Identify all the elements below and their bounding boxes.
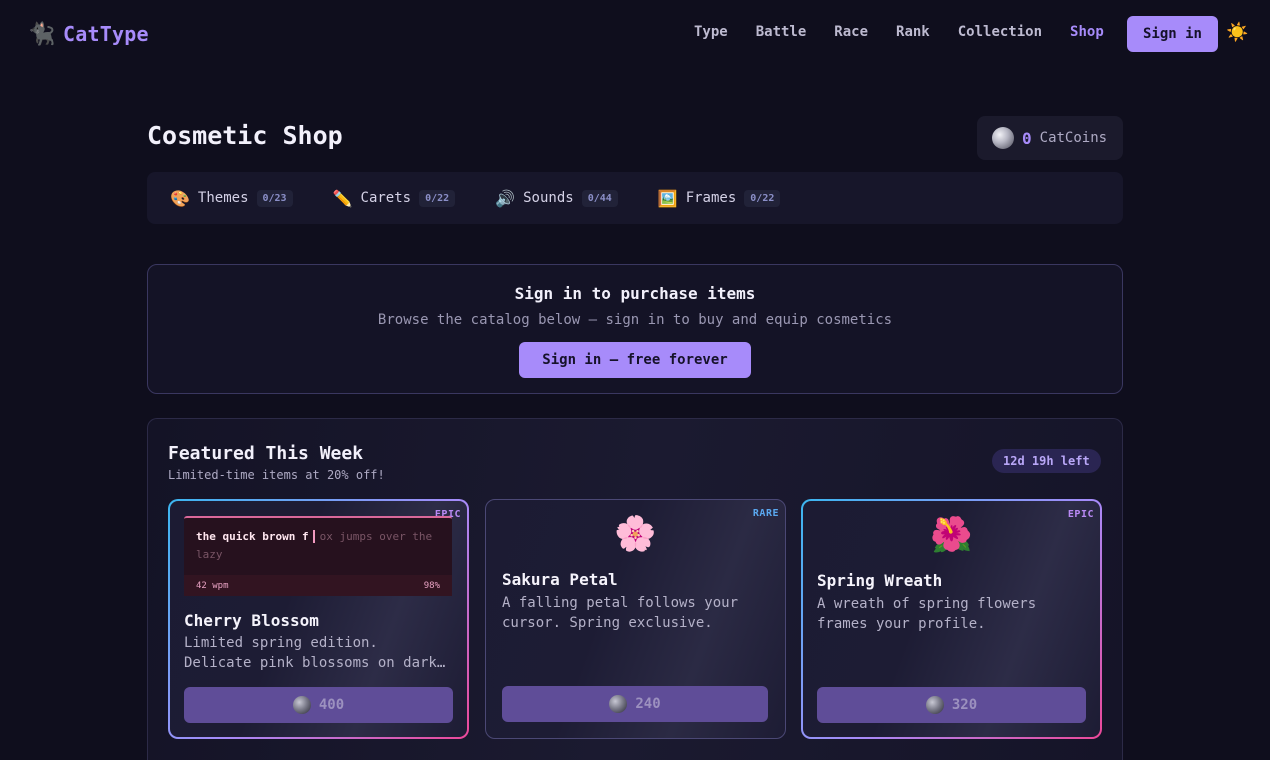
tab-count-badge: 0/22 [744,189,781,207]
tab-label: Sounds [523,190,574,206]
brand-name: CatType [63,22,149,46]
brand-link[interactable]: 🐈‍⬛ CatType [27,20,149,48]
category-tabs: 🎨 Themes 0/23 ✏️ Carets 0/22 🔊 Sounds 0/… [147,172,1123,224]
item-price: 320 [951,697,978,713]
tab-label: Themes [197,190,249,206]
sign-in-free-button[interactable]: Sign in — free forever [519,342,751,378]
buy-button[interactable]: 400 [184,687,453,723]
nav-type[interactable]: Type [694,24,728,40]
preview-stats: 42 wpm 98% [184,575,452,596]
preview-wpm: 42 wpm [196,580,229,591]
cherry-blossom-icon: 🌸 [614,514,657,554]
nav-battle[interactable]: Battle [756,24,807,40]
item-description-line: Limited spring edition. [184,635,378,651]
preview-text: the quick brown f ox jumps over the lazy [196,528,440,564]
page-title: Cosmetic Shop [147,121,343,150]
caret-icon [312,529,315,543]
cat-logo-icon: 🐈‍⬛ [28,21,56,47]
coin-amount: 0 [1022,128,1032,148]
tab-label: Carets [360,190,412,206]
framed-picture-icon: 🖼️ [657,188,678,208]
hibiscus-icon: 🌺 [930,515,973,555]
featured-item-cherry-blossom[interactable]: EPIC the quick brown f ox jumps over the … [168,499,469,739]
item-name: Spring Wreath [817,571,943,590]
tab-frames[interactable]: 🖼️ Frames 0/22 [658,189,781,208]
main-nav: Type Battle Race Rank Collection Shop [694,24,1132,40]
item-name: Cherry Blossom [184,611,319,630]
featured-subtitle: Limited-time items at 20% off! [168,468,385,482]
countdown-badge: 12d 19h left [992,449,1101,473]
featured-section: Featured This Week Limited-time items at… [147,418,1123,760]
nav-shop[interactable]: Shop [1070,24,1104,40]
coin-icon [292,696,311,714]
tab-count-badge: 0/22 [419,189,456,207]
top-bar: 🐈‍⬛ CatType Type Battle Race Rank Collec… [0,0,1270,68]
nav-rank[interactable]: Rank [896,24,930,40]
sign-in-heading: Sign in to purchase items [514,284,756,303]
item-price: 400 [318,697,345,713]
speaker-icon: 🔊 [495,188,516,208]
tab-sounds[interactable]: 🔊 Sounds 0/44 [495,189,618,208]
featured-item-sakura-petal[interactable]: RARE 🌸 Sakura Petal A falling petal foll… [485,499,786,739]
tab-themes[interactable]: 🎨 Themes 0/23 [170,189,293,208]
item-description: Limited spring edition. Delicate pink bl… [184,633,446,673]
theme-preview: the quick brown f ox jumps over the lazy … [184,516,452,596]
pencil-icon: ✏️ [332,188,353,208]
header-sign-in-button[interactable]: Sign in [1127,16,1218,52]
nav-collection[interactable]: Collection [958,24,1042,40]
nav-race[interactable]: Race [834,24,868,40]
coin-label: CatCoins [1039,130,1108,146]
preview-accuracy: 98% [423,580,440,591]
tab-carets[interactable]: ✏️ Carets 0/22 [333,189,456,208]
preview-typed-text: the quick brown f [196,530,309,543]
coin-icon [992,127,1014,149]
item-description-line: Delicate pink blossoms on dark… [184,655,446,671]
sun-icon[interactable]: ☀️ [1226,22,1248,43]
tab-count-badge: 0/44 [581,189,618,207]
coin-icon [925,696,944,714]
featured-item-spring-wreath[interactable]: EPIC 🌺 Spring Wreath A wreath of spring … [801,499,1102,739]
item-description: A wreath of spring flowers frames your p… [817,596,1037,632]
sign-in-prompt-card: Sign in to purchase items Browse the cat… [147,264,1123,394]
featured-title: Featured This Week [168,443,364,464]
buy-button[interactable]: 320 [817,687,1086,723]
palette-icon: 🎨 [170,188,190,208]
buy-button[interactable]: 240 [502,686,768,722]
item-description: A falling petal follows your cursor. Spr… [502,595,739,631]
item-price: 240 [635,696,661,712]
tab-label: Frames [685,190,737,206]
coin-icon [609,695,628,713]
coin-balance: 0 CatCoins [977,116,1123,160]
item-name: Sakura Petal [502,570,618,589]
tab-count-badge: 0/23 [256,189,293,207]
sign-in-subtext: Browse the catalog below — sign in to bu… [377,312,893,328]
